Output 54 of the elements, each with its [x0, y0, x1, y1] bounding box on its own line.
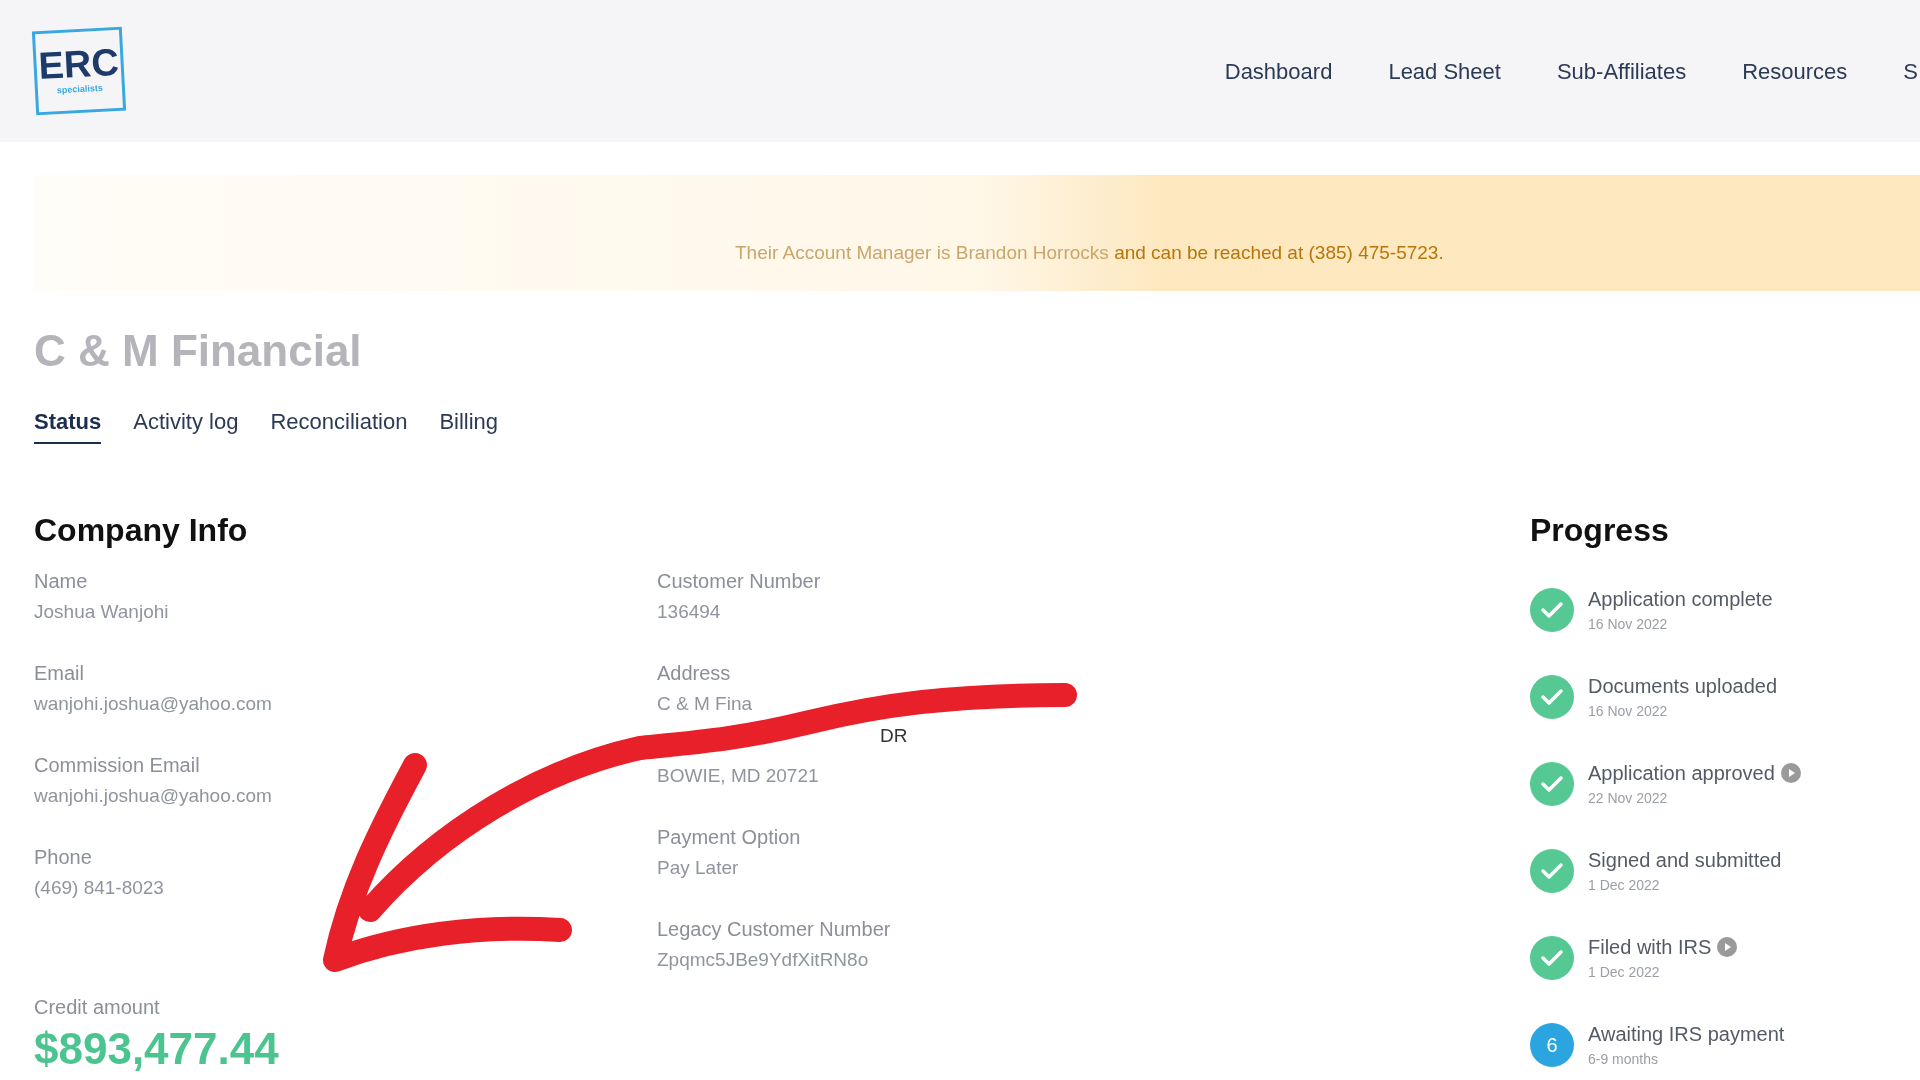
step-title: Signed and submitted [1588, 848, 1782, 873]
play-icon[interactable] [1717, 937, 1738, 957]
nav-link[interactable]: Sub-Affiliates [1556, 54, 1687, 88]
step-title: Documents uploaded [1588, 674, 1777, 699]
field-label: Address [657, 661, 732, 686]
step-date: 1 Dec 2022 [1588, 963, 1661, 982]
field-value: Joshua Wanjohi [34, 600, 169, 624]
field-label: Legacy Customer Number [657, 917, 892, 942]
field-value: (469) 841-8023 [34, 876, 164, 900]
step-date: 1 Dec 2022 [1588, 876, 1661, 895]
check-icon [1530, 674, 1574, 719]
check-icon [1530, 587, 1574, 632]
tab[interactable]: Activity log [133, 405, 239, 444]
section-title: Company Info [34, 511, 249, 550]
field-value: Zpqmc5JBe9YdfXitRN8o [657, 948, 869, 972]
section-title: Progress [1530, 511, 1670, 550]
banner-text: Their Account Manager is Brandon Horrocks and can be reached at (385) 475-5723. [735, 240, 1444, 265]
check-icon [1530, 848, 1574, 893]
step-date: 16 Nov 2022 [1588, 615, 1669, 634]
nav-link[interactable]: S [1903, 54, 1918, 88]
field-label: Customer Number [657, 569, 822, 594]
tab[interactable]: Reconciliation [270, 405, 408, 444]
credit-amount: $893,477.44 [34, 1023, 280, 1075]
step-number: 6 [1530, 1022, 1574, 1067]
tab[interactable]: Billing [439, 405, 499, 444]
check-icon [1530, 935, 1574, 980]
step-title: Application approved [1588, 761, 1775, 786]
step-title: Awaiting IRS payment [1588, 1022, 1785, 1047]
company-title: C & M Financial [34, 325, 363, 377]
field-value: C & M Fina [657, 692, 753, 716]
field-value: BOWIE, MD 20721 [657, 764, 819, 788]
check-icon [1530, 761, 1574, 806]
step-date: 16 Nov 2022 [1588, 702, 1669, 721]
field-value: 136494 [657, 600, 721, 624]
nav-link[interactable]: Dashboard [1224, 54, 1333, 88]
credit-label: Credit amount [34, 995, 161, 1020]
field-label: Email [34, 661, 85, 686]
step-title: Filed with IRS [1588, 935, 1712, 960]
field-value: wanjohi.joshua@yahoo.com [34, 692, 272, 716]
field-value: Pay Later [657, 856, 739, 880]
tab[interactable]: Status [34, 405, 102, 444]
field-label: Phone [34, 845, 93, 870]
step-date: 6-9 months [1588, 1050, 1660, 1069]
field-value: wanjohi.joshua@yahoo.com [34, 784, 272, 808]
nav-link[interactable]: Resources [1742, 54, 1848, 88]
field-value: DR [880, 724, 908, 748]
field-label: Payment Option [657, 825, 802, 850]
logo[interactable]: ERC specialists [31, 26, 127, 116]
field-label: Commission Email [34, 753, 201, 778]
step-date: 22 Nov 2022 [1588, 789, 1669, 808]
step-title: Application complete [1588, 587, 1773, 612]
nav-link[interactable]: Lead Sheet [1388, 54, 1501, 88]
field-label: Name [34, 569, 89, 594]
play-icon[interactable] [1780, 763, 1801, 783]
